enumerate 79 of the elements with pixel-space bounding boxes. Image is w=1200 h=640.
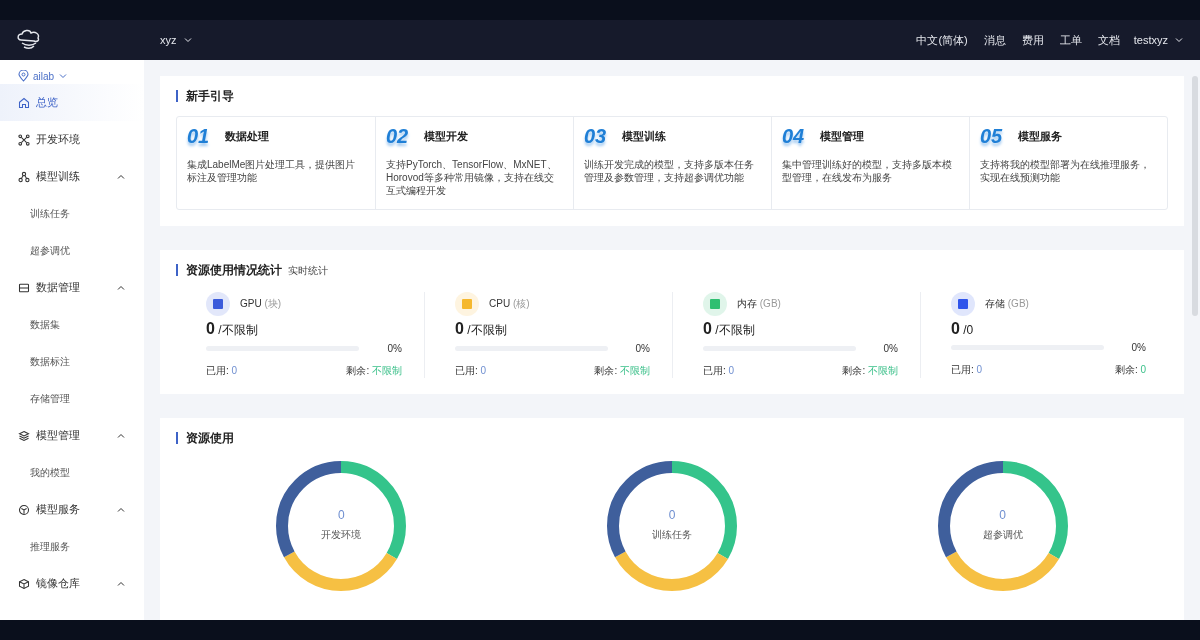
- donut-label: 训练任务: [652, 528, 692, 542]
- resource-total: 0 /不限制: [703, 320, 756, 339]
- step-title: 模型服务: [1018, 129, 1063, 144]
- step-description: 集中管理训练好的模型，支持多版本模型管理，在线发布为服务: [782, 158, 953, 184]
- resource-name: 存储 (GB): [985, 297, 1029, 311]
- step-description: 支持将我的模型部署为在线推理服务，实现在线预测功能: [980, 158, 1151, 184]
- section-title: 资源使用: [176, 432, 234, 444]
- nav-icon: [18, 429, 30, 442]
- nav-icon: [18, 577, 30, 590]
- sidebar-item[interactable]: 模型管理: [0, 417, 144, 454]
- header-link[interactable]: 费用: [1021, 32, 1044, 48]
- sidebar-subitem[interactable]: 训练任务: [0, 195, 144, 232]
- location-selector[interactable]: ailab: [0, 68, 87, 84]
- step-title: 模型管理: [820, 129, 865, 144]
- resource-name: GPU (块): [240, 297, 282, 311]
- resource-total: 0 /不限制: [455, 320, 508, 339]
- step-description: 支持PyTorch、TensorFlow、MxNET、Horovod等多种常用镜像，支持在线交互式编程开发: [386, 158, 558, 197]
- step-title: 数据处理: [225, 129, 270, 144]
- header-link[interactable]: 工单: [1059, 32, 1082, 48]
- donut-label: 超参调优: [982, 528, 1023, 542]
- nav-icon: [18, 503, 30, 516]
- usage-percent: 0%: [635, 343, 650, 354]
- sidebar-item[interactable]: 开发环境: [0, 121, 144, 158]
- dropdown-icon: [182, 35, 193, 45]
- nav-icon: [18, 281, 30, 294]
- remaining-amount: 剩余: 不限制: [346, 364, 402, 378]
- nav-icon: [18, 170, 30, 183]
- nav-icon: [18, 96, 30, 109]
- header-link[interactable]: 文档: [1097, 32, 1120, 48]
- resource-name: 内存 (GB): [737, 297, 781, 311]
- step-title: 模型训练: [622, 129, 667, 144]
- step-description: 集成LabelMe图片处理工具，提供图片标注及管理功能: [187, 158, 357, 184]
- sidebar-item[interactable]: 模型服务: [0, 491, 144, 528]
- used-amount: 已用: 0: [206, 364, 238, 378]
- used-amount: 已用: 0: [951, 363, 983, 377]
- step-number: 04: [782, 125, 805, 148]
- remaining-amount: 剩余: 不限制: [842, 364, 898, 378]
- step-number: 02: [386, 125, 409, 148]
- section-title: 新手引导: [176, 90, 234, 102]
- sidebar-item[interactable]: 模型训练: [0, 158, 144, 195]
- sidebar-subitem[interactable]: 推理服务: [0, 528, 144, 565]
- header-link[interactable]: 消息: [983, 32, 1006, 48]
- step-number: 03: [584, 125, 607, 148]
- resource-total: 0 /0: [951, 320, 975, 338]
- donut-label: 开发环境: [321, 528, 362, 542]
- nav-icon: [18, 133, 30, 146]
- step-number: 05: [980, 125, 1003, 148]
- donut-value: 0: [668, 508, 676, 522]
- sidebar-subitem[interactable]: 数据标注: [0, 343, 144, 380]
- logo-icon: [16, 29, 42, 51]
- header-link[interactable]: 中文(简体): [916, 32, 968, 48]
- section-title: 资源使用情况统计: [176, 264, 282, 276]
- usage-percent: 0%: [1131, 342, 1146, 353]
- scrollbar[interactable]: [1192, 76, 1198, 316]
- sidebar-subitem[interactable]: 超参调优: [0, 232, 144, 269]
- sidebar-item[interactable]: 数据管理: [0, 269, 144, 306]
- dropdown-icon: [58, 71, 69, 81]
- resource-name: CPU (核): [489, 297, 530, 311]
- donut-value: 0: [999, 508, 1006, 522]
- user-menu[interactable]: testxyz: [1133, 34, 1184, 46]
- section-subtitle: 实时统计: [288, 264, 328, 278]
- workspace-dropdown[interactable]: xyz: [160, 34, 193, 46]
- step-number: 01: [187, 125, 210, 148]
- location-pin-icon: [18, 70, 29, 82]
- step-title: 模型开发: [424, 129, 469, 144]
- usage-percent: 0%: [883, 343, 898, 354]
- sidebar-subitem[interactable]: 数据集: [0, 306, 144, 343]
- donut-value: 0: [338, 508, 345, 522]
- remaining-amount: 剩余: 不限制: [594, 364, 650, 378]
- used-amount: 已用: 0: [455, 364, 487, 378]
- sidebar-item[interactable]: 镜像仓库: [0, 565, 144, 602]
- dropdown-icon: [1174, 35, 1184, 45]
- usage-percent: 0%: [387, 343, 402, 354]
- used-amount: 已用: 0: [703, 364, 735, 378]
- step-description: 训练开发完成的模型，支持多版本任务管理及参数管理，支持超参调优功能: [584, 158, 755, 184]
- resource-total: 0 /不限制: [206, 320, 259, 339]
- remaining-amount: 剩余: 0: [1114, 363, 1146, 377]
- sidebar-subitem[interactable]: 我的模型: [0, 454, 144, 491]
- sidebar-subitem[interactable]: 存储管理: [0, 380, 144, 417]
